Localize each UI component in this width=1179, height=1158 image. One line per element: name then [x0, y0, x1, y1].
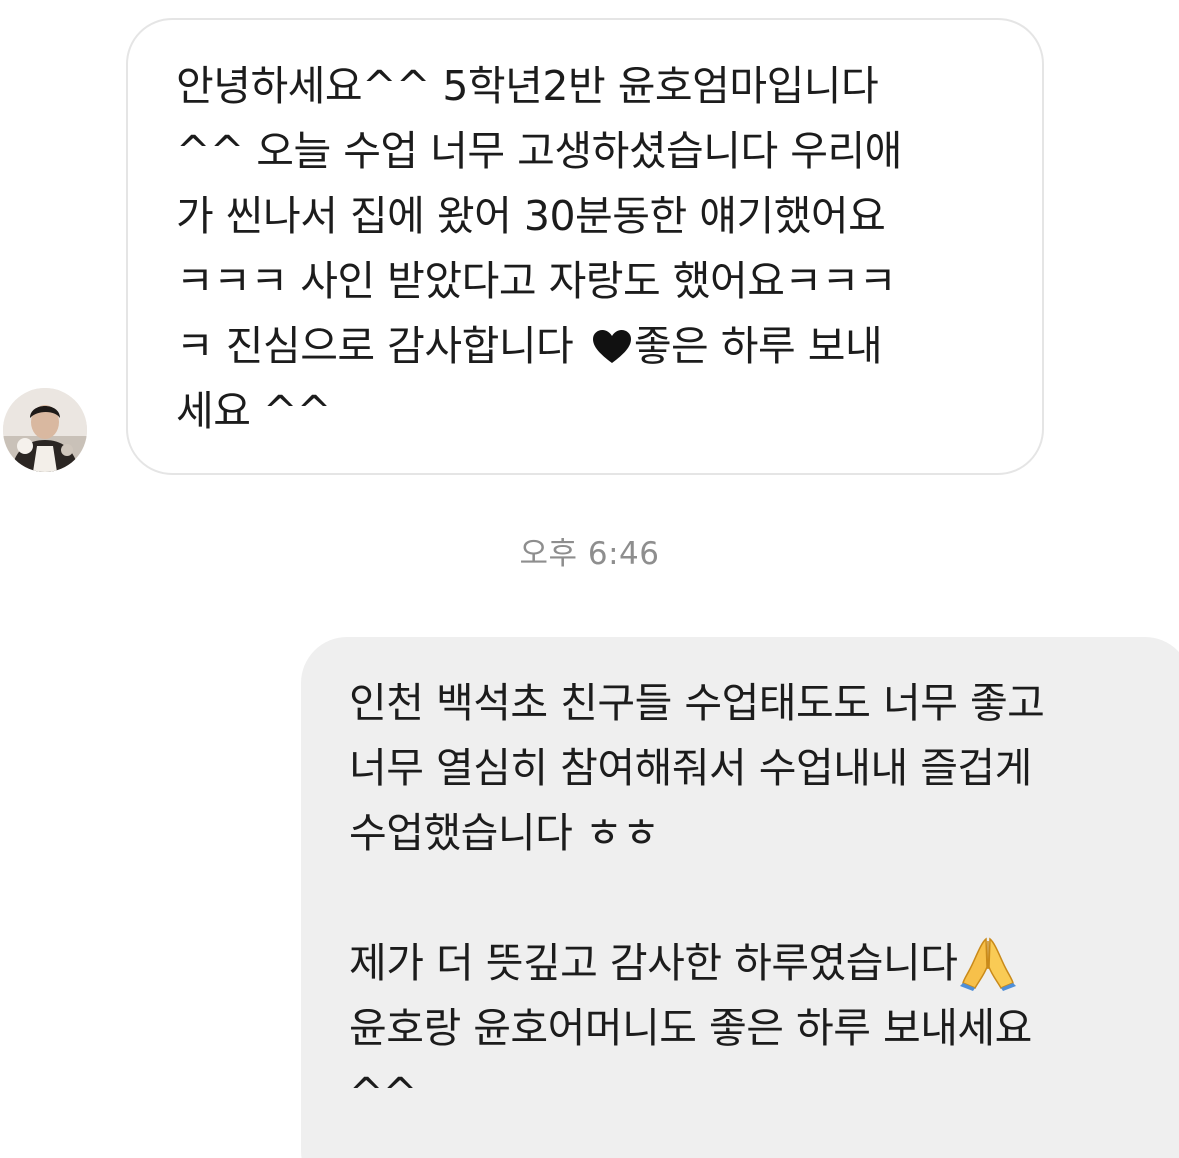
message-text: 제가 더 뜻깊고 감사한 하루였습니다 [349, 939, 958, 987]
message-text: ㅋ 진심으로 감사합니다 [176, 322, 586, 370]
avatar-photo [3, 388, 87, 472]
incoming-message-bubble[interactable]: 안녕하세요^^ 5학년2반 윤호엄마입니다 ^^ 오늘 수업 너무 고생하셨습니… [126, 18, 1044, 475]
message-line: 수업했습니다 ㅎㅎ [349, 809, 660, 857]
message-line: 너무 열심히 참여해줘서 수업내내 즐겁게 [349, 744, 1032, 792]
sender-avatar[interactable] [3, 388, 87, 472]
message-text: 좋은 하루 보내 [633, 322, 883, 370]
message-line-with-emoji: 제가 더 뜻깊고 감사한 하루였습니다 [349, 931, 1161, 996]
message-line-with-heart: ㅋ 진심으로 감사합니다 좋은 하루 보내 [176, 314, 1006, 379]
message-line: 인천 백석초 친구들 수업태도도 너무 좋고 [349, 679, 1045, 727]
message-line: 가 씬나서 집에 왔어 30분동한 얘기했어요 [176, 192, 886, 240]
outgoing-message-bubble[interactable]: 인천 백석초 친구들 수업태도도 너무 좋고 너무 열심히 참여해줘서 수업내내… [301, 637, 1179, 1158]
message-line: ^^ 오늘 수업 너무 고생하셨습니다 우리애 [176, 127, 902, 175]
message-timestamp: 오후 6:46 [519, 536, 660, 572]
message-line: 윤호랑 윤호어머니도 좋은 하루 보내세요 [349, 1004, 1032, 1052]
folded-hands-emoji-icon [960, 937, 1017, 991]
black-heart-icon [592, 330, 631, 363]
message-line: 세요 ^^ [176, 387, 331, 435]
message-line: 안녕하세요^^ 5학년2반 윤호엄마입니다 [176, 62, 879, 110]
message-line: ㅋㅋㅋ 사인 받았다고 자랑도 했어요ㅋㅋㅋ [176, 257, 897, 305]
message-line: ^^ [349, 1069, 417, 1117]
